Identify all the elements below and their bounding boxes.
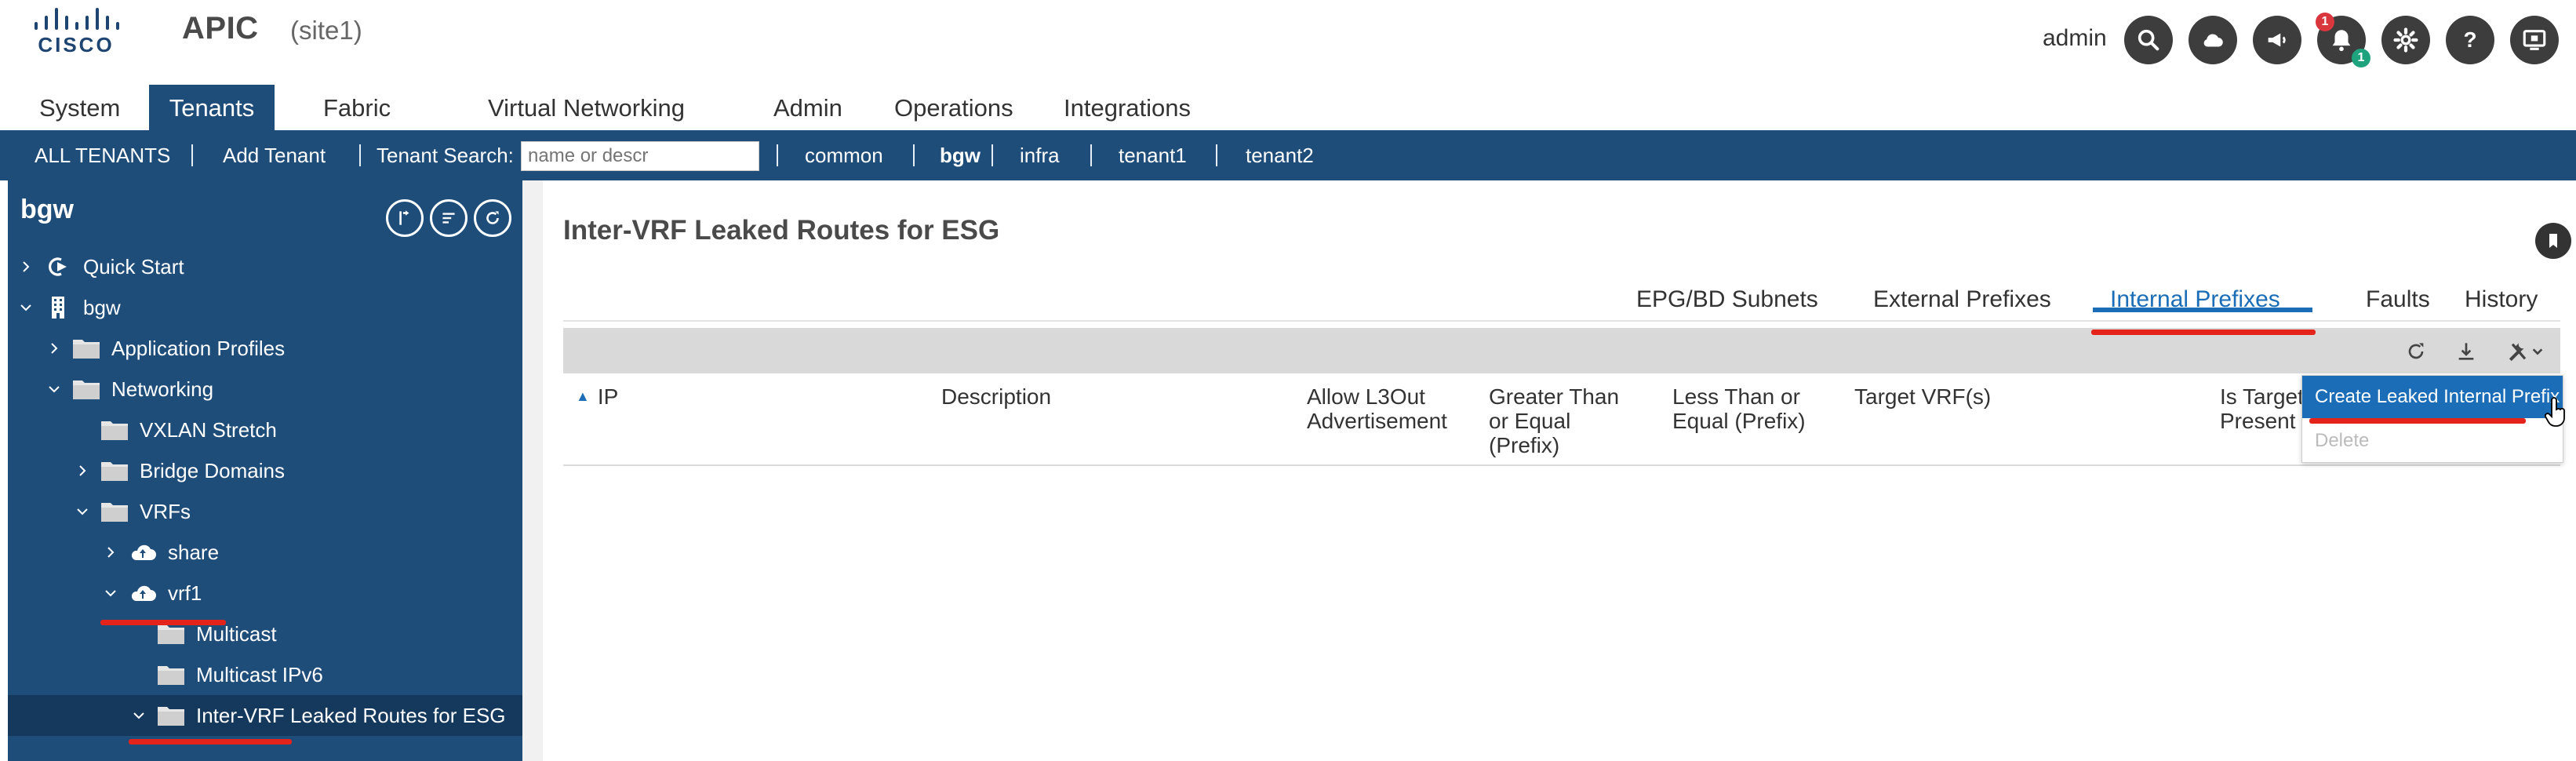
all-tenants-link[interactable]: ALL TENANTS	[35, 130, 170, 180]
tab-operations[interactable]: Operations	[879, 85, 1029, 130]
chevron-down-icon[interactable]	[102, 584, 119, 602]
tenant-link-bgw[interactable]: bgw	[940, 130, 981, 180]
settings-gear-icon[interactable]	[2381, 16, 2430, 64]
tree-node-share[interactable]: share	[8, 532, 522, 573]
tree-node-bgw[interactable]: bgw	[8, 287, 522, 328]
navigation-tree: bgw Quick Start bgw Application Profiles…	[8, 180, 522, 761]
tree-expand-icon[interactable]	[386, 199, 424, 237]
chevron-right-icon[interactable]	[74, 462, 91, 479]
screen-icon[interactable]	[2510, 16, 2559, 64]
tab-integrations[interactable]: Integrations	[1048, 85, 1206, 130]
column-less-than[interactable]: Less Than or Equal (Prefix)	[1672, 384, 1826, 433]
page-title: Inter-VRF Leaked Routes for ESG	[563, 215, 1000, 246]
tree-title: bgw	[20, 195, 74, 224]
chevron-right-icon[interactable]	[17, 258, 35, 275]
tree-node-vrf1[interactable]: vrf1	[8, 573, 522, 614]
tenant-link-tenant2[interactable]: tenant2	[1246, 130, 1314, 180]
column-greater-than[interactable]: Greater Than or Equal (Prefix)	[1489, 384, 1643, 457]
tab-virtual-networking[interactable]: Virtual Networking	[472, 85, 700, 130]
column-allow-l3out[interactable]: Allow L3Out Advertisement	[1307, 384, 1472, 433]
notification-sub-badge: 1	[2352, 49, 2370, 67]
tree-refresh-icon[interactable]	[474, 199, 511, 237]
table-header: ▲ IP Description Allow L3Out Advertisemen…	[563, 373, 2560, 466]
help-icon[interactable]: ?	[2446, 16, 2494, 64]
sort-ascending-icon: ▲	[576, 388, 590, 404]
tenant-search-input[interactable]	[521, 141, 759, 171]
notification-bell-icon[interactable]: 1 1	[2316, 13, 2370, 67]
tab-history[interactable]: History	[2465, 278, 2538, 322]
bookmark-icon[interactable]	[2535, 223, 2571, 259]
cloud-icon[interactable]	[2189, 16, 2237, 64]
announcement-icon[interactable]	[2253, 16, 2301, 64]
tab-admin[interactable]: Admin	[758, 85, 858, 130]
chevron-down-icon[interactable]	[45, 380, 63, 398]
tree-node-inter-vrf-leaked-routes[interactable]: Inter-VRF Leaked Routes for ESG	[8, 695, 522, 736]
tree-node-vrfs[interactable]: VRFs	[8, 491, 522, 532]
tab-system[interactable]: System	[24, 85, 136, 130]
tenant-link-infra[interactable]: infra	[1020, 130, 1060, 180]
tenant-subnav: ALL TENANTS Add Tenant Tenant Search: co…	[0, 130, 2576, 180]
column-target-vrfs[interactable]: Target VRF(s)	[1854, 384, 1991, 409]
tree-collapse-icon[interactable]	[430, 199, 468, 237]
notification-badge: 1	[2316, 13, 2334, 31]
pane-divider[interactable]	[522, 180, 543, 761]
vrf-cloud-icon	[129, 541, 157, 564]
chevron-right-icon[interactable]	[45, 340, 63, 357]
user-name[interactable]: admin	[2043, 25, 2107, 52]
annotation-underline-create-item	[2309, 418, 2526, 424]
folder-icon	[157, 663, 185, 686]
chevron-down-icon[interactable]	[130, 707, 147, 724]
delete-item[interactable]: Delete	[2302, 420, 2563, 462]
download-icon[interactable]	[2452, 337, 2480, 366]
chevron-down-icon[interactable]	[17, 299, 35, 316]
add-tenant-link[interactable]: Add Tenant	[223, 130, 326, 180]
tab-external-prefixes[interactable]: External Prefixes	[1873, 278, 2051, 322]
tree-node-networking[interactable]: Networking	[8, 369, 522, 410]
tab-fabric[interactable]: Fabric	[307, 85, 406, 130]
app-title: APIC	[182, 11, 259, 46]
column-is-target-present[interactable]: Is Target Present	[2220, 384, 2308, 433]
tab-faults[interactable]: Faults	[2366, 278, 2430, 322]
annotation-underline-internal-prefixes	[2091, 330, 2316, 335]
tenant-link-tenant1[interactable]: tenant1	[1119, 130, 1187, 180]
tab-internal-prefixes[interactable]: Internal Prefixes	[2110, 278, 2280, 322]
chevron-down-icon[interactable]	[74, 503, 91, 520]
folder-icon	[100, 418, 129, 442]
active-tab-indicator	[2093, 308, 2312, 312]
building-icon	[44, 296, 72, 319]
column-description[interactable]: Description	[941, 384, 1051, 409]
folder-icon	[157, 622, 185, 646]
vrf-cloud-icon	[129, 581, 157, 605]
annotation-underline-vrf1	[100, 620, 226, 625]
tree-node-multicast[interactable]: Multicast	[8, 614, 522, 654]
tree-node-quick-start[interactable]: Quick Start	[8, 246, 522, 287]
cisco-logo: CISCO	[31, 6, 121, 56]
tree-node-bridge-domains[interactable]: Bridge Domains	[8, 450, 522, 491]
column-ip[interactable]: ▲ IP	[576, 384, 618, 409]
tab-tenants[interactable]: Tenants	[149, 85, 275, 130]
refresh-icon[interactable]	[2402, 337, 2430, 366]
folder-icon	[72, 377, 100, 401]
content-pane: Inter-VRF Leaked Routes for ESG EPG/BD S…	[543, 199, 2576, 761]
site-label: (site1)	[290, 16, 362, 45]
folder-icon	[100, 459, 129, 482]
tenant-search-label: Tenant Search:	[377, 144, 514, 167]
annotation-underline-leaked-routes	[129, 739, 292, 745]
tab-epg-bd-subnets[interactable]: EPG/BD Subnets	[1636, 278, 1818, 322]
tree-node-multicast-ipv6[interactable]: Multicast IPv6	[8, 654, 522, 695]
main-nav: System Tenants Fabric Virtual Networking…	[0, 85, 2576, 130]
tree-node-application-profiles[interactable]: Application Profiles	[8, 328, 522, 369]
folder-icon	[157, 704, 185, 727]
tools-dropdown-icon[interactable]	[2504, 337, 2546, 366]
tree-node-vxlan-stretch[interactable]: VXLAN Stretch	[8, 410, 522, 450]
hand-cursor-icon	[2545, 397, 2565, 427]
search-icon[interactable]	[2124, 16, 2173, 64]
chevron-right-icon[interactable]	[102, 544, 119, 561]
folder-icon	[72, 337, 100, 360]
tenant-link-common[interactable]: common	[805, 130, 883, 180]
quick-start-icon	[44, 255, 72, 279]
create-leaked-internal-prefix-item[interactable]: Create Leaked Internal Prefix	[2302, 376, 2563, 418]
folder-icon	[100, 500, 129, 523]
